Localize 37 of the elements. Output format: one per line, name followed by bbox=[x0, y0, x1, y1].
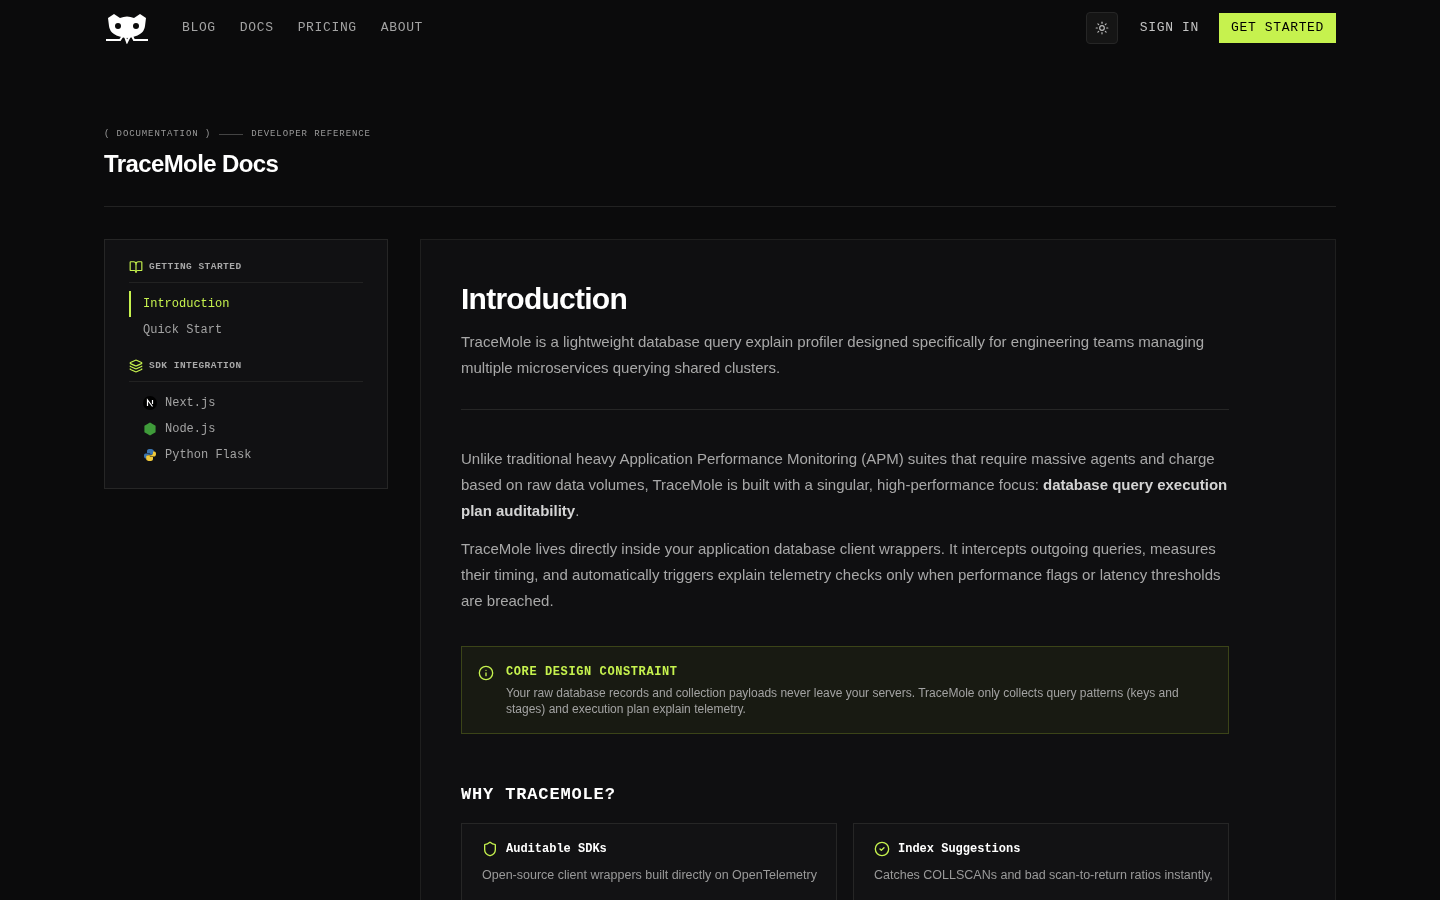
nav-link[interactable]: ABOUT bbox=[380, 17, 424, 38]
feature-title: Auditable SDKs bbox=[506, 841, 607, 858]
letter-n-icon bbox=[143, 396, 157, 410]
sidebar-heading: GETTING STARTED bbox=[149, 259, 242, 274]
shield-icon bbox=[482, 841, 498, 857]
sidebar-item[interactable]: Next.js bbox=[129, 390, 363, 416]
sun-icon bbox=[1094, 20, 1109, 35]
check-circle-icon bbox=[874, 841, 890, 857]
nav-link[interactable]: BLOG bbox=[182, 17, 216, 38]
breadcrumb-section: ( DOCUMENTATION ) bbox=[104, 128, 212, 142]
page-title: TraceMole Docs bbox=[104, 148, 280, 179]
nav-link[interactable]: DOCS bbox=[239, 17, 274, 38]
book-icon bbox=[129, 259, 143, 274]
lead-paragraph: TraceMole is a lightweight database query explain profiler designed specifically for engineering teams managing multiple microservices querying shared clusters. bbox=[461, 328, 1229, 410]
hexagon-icon bbox=[143, 422, 157, 436]
feature-title: Index Suggestions bbox=[898, 841, 1021, 858]
sidebar-item[interactable]: Node.js bbox=[129, 416, 363, 442]
section-heading: WHY TRACEMOLE? bbox=[461, 783, 617, 806]
info-icon bbox=[478, 664, 494, 681]
sign-in-link[interactable]: SIGN IN bbox=[1139, 17, 1200, 38]
layers-icon bbox=[129, 358, 143, 373]
snakes-icon bbox=[143, 448, 157, 462]
body-paragraph: TraceMole lives directly inside your application database client wrappers. It intercepts outgoing queries, measures their timing, and automatically triggers explain telemetry checks only when performance flags or latency thresholds are breached. bbox=[461, 538, 1222, 611]
feature-text: Open-source client wrappers built directly on OpenTelemetry bbox=[482, 867, 816, 884]
theme-toggle[interactable] bbox=[1085, 11, 1118, 44]
sidebar-item[interactable]: Python Flask bbox=[129, 442, 363, 468]
sidebar-item[interactable]: Quick Start bbox=[129, 316, 363, 343]
raccoon-logo[interactable] bbox=[104, 11, 150, 44]
callout-title: CORE DESIGN CONSTRAINT bbox=[506, 663, 679, 681]
sidebar-item[interactable]: Introduction bbox=[129, 290, 363, 317]
get-started-button[interactable]: GET STARTED bbox=[1219, 12, 1336, 43]
body-paragraph: Unlike traditional heavy Application Performance Monitoring (APM) suites that require massive agents and charge based on raw data volumes, TraceMole is built with a singular, high-performance focus: database query execution plan auditability. bbox=[461, 448, 1229, 521]
nav-link[interactable]: PRICING bbox=[297, 17, 357, 38]
sidebar-heading: SDK INTEGRATION bbox=[149, 358, 242, 373]
article-title: Introduction bbox=[461, 280, 628, 317]
callout-text: Your raw database records and collection payloads never leave your servers. TraceMole only collects query patterns (keys and stages) and execution plan explain telemetry. bbox=[506, 684, 1180, 717]
breadcrumb-page: DEVELOPER REFERENCE bbox=[251, 128, 371, 141]
